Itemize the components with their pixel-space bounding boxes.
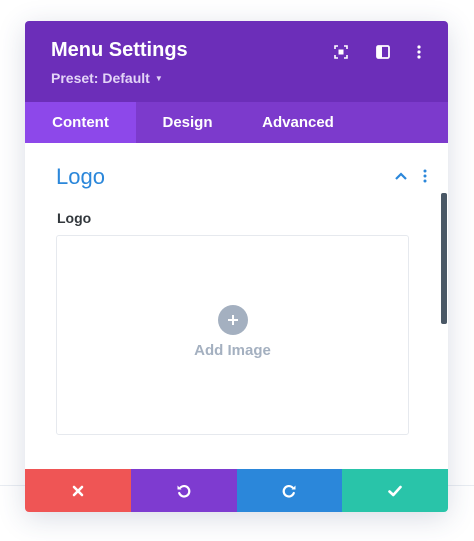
redo-button[interactable] — [236, 469, 343, 512]
add-image-label[interactable]: Add Image — [57, 342, 408, 359]
discard-button[interactable] — [25, 469, 131, 512]
tab-content[interactable]: Content — [25, 102, 136, 143]
tab-design[interactable]: Design — [136, 102, 239, 143]
section-more-options-icon[interactable] — [417, 168, 433, 184]
section-toggle-logo[interactable]: Logo — [56, 164, 105, 190]
image-upload-area[interactable]: Add Image — [56, 235, 409, 435]
preset-label: Preset: Default — [51, 70, 150, 86]
caret-down-icon: ▼ — [154, 73, 163, 83]
settings-modal: Menu Settings Preset: Default ▼ Content … — [25, 21, 448, 512]
plus-icon[interactable] — [218, 305, 248, 335]
scrollbar-thumb[interactable] — [441, 193, 447, 324]
focus-icon[interactable] — [331, 42, 351, 62]
close-icon — [72, 485, 84, 496]
undo-button[interactable] — [130, 469, 237, 512]
undo-icon — [177, 484, 191, 498]
preset-selector[interactable]: Preset: Default ▼ — [51, 70, 163, 86]
check-icon — [388, 485, 402, 496]
tab-advanced[interactable]: Advanced — [239, 102, 357, 143]
modal-header: Menu Settings Preset: Default ▼ — [25, 21, 448, 102]
action-bar — [25, 469, 448, 512]
save-button[interactable] — [342, 469, 448, 512]
modal-title: Menu Settings — [51, 39, 188, 61]
more-options-icon[interactable] — [409, 42, 429, 62]
chevron-up-icon[interactable] — [393, 168, 409, 184]
logo-field-label: Logo — [57, 210, 92, 226]
tab-bar: Content Design Advanced — [25, 102, 448, 143]
sidebar-toggle-icon[interactable] — [373, 42, 393, 62]
redo-icon — [282, 484, 296, 498]
